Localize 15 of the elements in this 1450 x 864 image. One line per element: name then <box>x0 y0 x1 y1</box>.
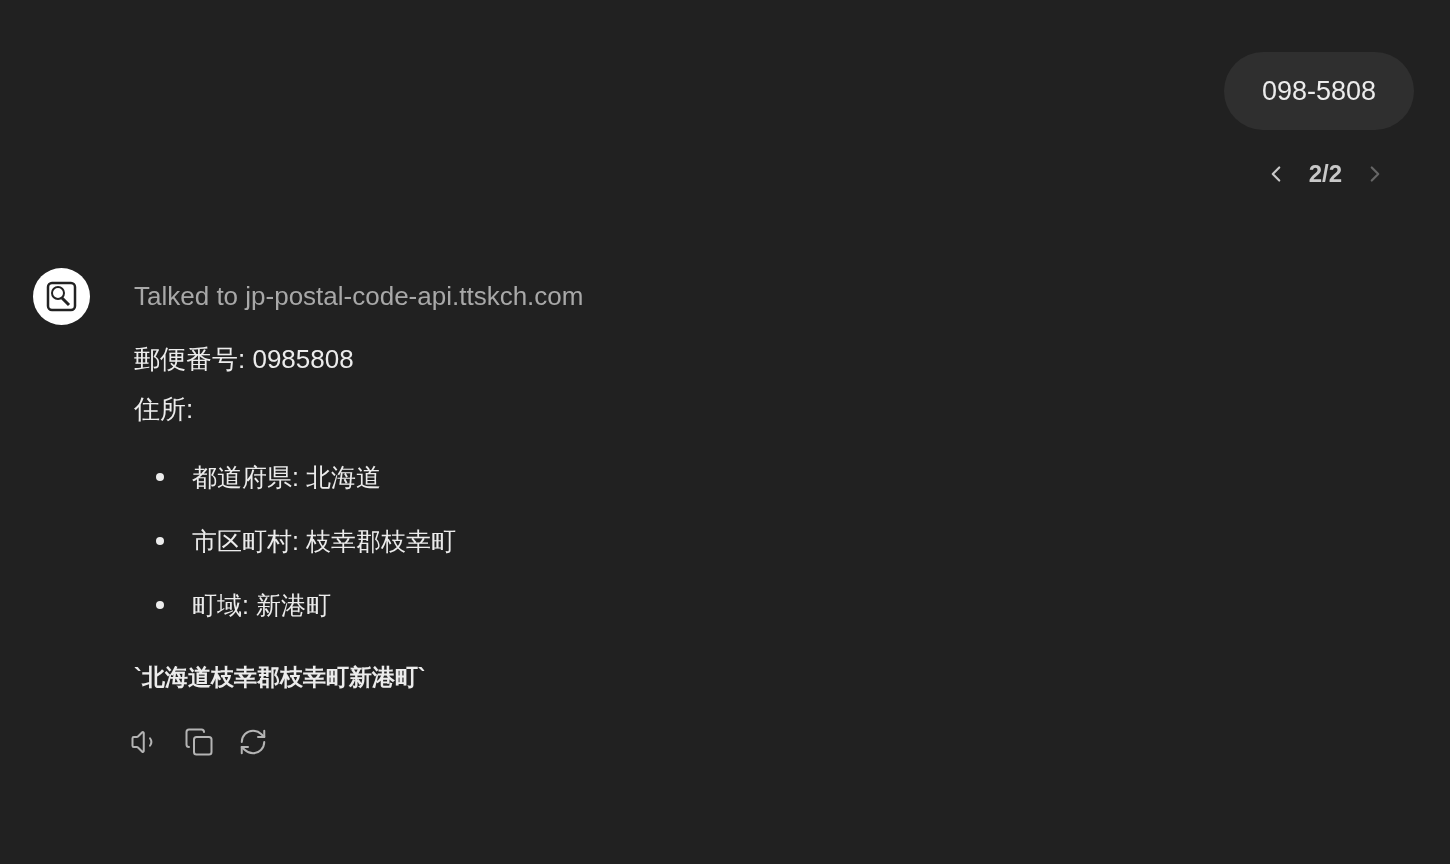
list-item: 市区町村: 枝幸郡枝幸町 <box>192 526 456 557</box>
copy-icon[interactable] <box>184 727 214 757</box>
bullet-icon <box>156 473 164 481</box>
bullet-icon <box>156 601 164 609</box>
answer-line: 住所: <box>134 393 195 425</box>
message-bubble: 098-5808 <box>1223 52 1414 130</box>
list-item: 都道府県: 北海道 <box>192 462 381 493</box>
list-item: 町域: 新港町 <box>192 590 331 621</box>
address-text: `北海道枝幸郡枝幸町新港町` <box>134 663 427 692</box>
tool-call-status: Talked to jp-postal-code-api.ttskch.com <box>134 281 584 311</box>
bullet-icon <box>156 537 164 545</box>
answer-line: 郵便番号: 0985808 <box>134 343 355 375</box>
assistant-avatar <box>33 268 90 325</box>
refresh-icon[interactable] <box>238 727 268 757</box>
page-counter: 2/2 <box>1308 159 1342 189</box>
